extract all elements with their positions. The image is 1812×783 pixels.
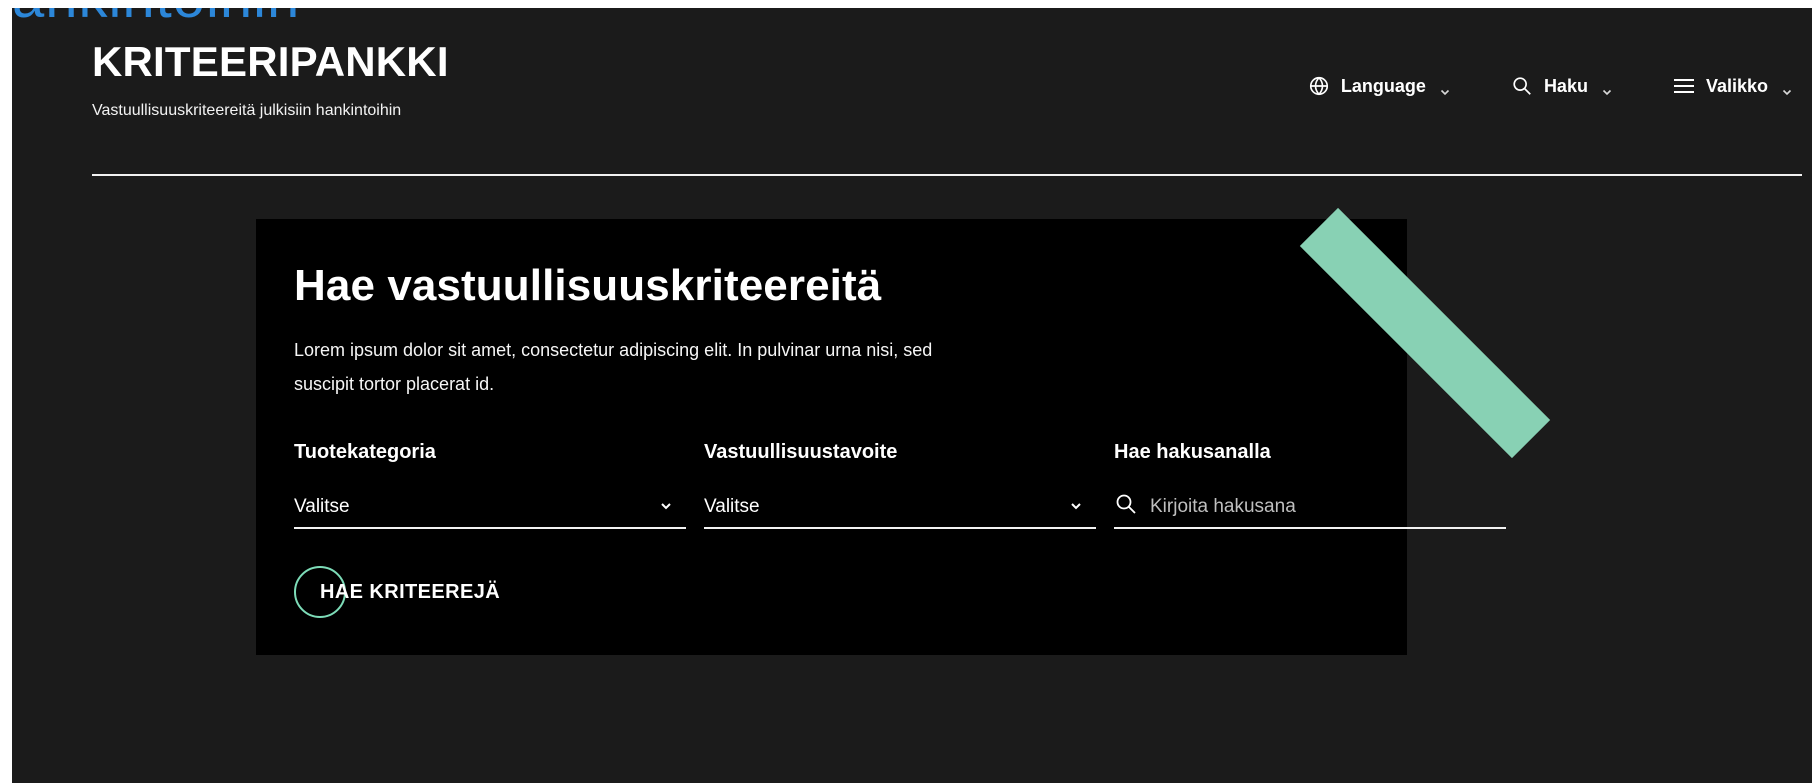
chevron-down-icon	[1440, 81, 1450, 96]
search-icon	[1510, 74, 1534, 98]
search-card: Hae vastuullisuuskriteereitä Lorem ipsum…	[256, 219, 1506, 655]
keyword-search-field[interactable]	[1114, 487, 1506, 529]
search-description: Lorem ipsum dolor sit amet, consectetur …	[294, 340, 933, 394]
sustainability-goal-value: Valitse	[704, 496, 760, 517]
search-icon	[1114, 492, 1138, 522]
globe-icon	[1307, 74, 1331, 98]
header-divider	[92, 174, 1802, 176]
search-criteria-button[interactable]: HAE KRITEEREJÄ	[294, 564, 500, 620]
sustainability-goal-label: Vastuullisuustavoite	[704, 441, 898, 463]
menu-nav-item[interactable]: Valikko	[1672, 74, 1792, 98]
search-criteria-button-label: HAE KRITEEREJÄ	[320, 580, 501, 603]
language-nav-item[interactable]: Language	[1307, 74, 1450, 98]
sustainability-goal-select[interactable]: Valitse	[704, 487, 1096, 529]
site-subtitle: Vastuullisuuskriteereitä julkisiin hanki…	[92, 102, 402, 119]
menu-icon	[1672, 74, 1696, 98]
chevron-down-icon	[1070, 496, 1082, 518]
language-nav-label: Language	[1340, 75, 1426, 96]
search-heading: Hae vastuullisuuskriteereitä	[294, 261, 882, 310]
keyword-search-input[interactable]	[1150, 496, 1506, 518]
site-title: KRITEERIPANKKI	[92, 38, 449, 85]
product-category-select[interactable]: Valitse	[294, 487, 686, 529]
chevron-down-icon	[660, 496, 672, 518]
search-nav-label: Haku	[1543, 75, 1588, 96]
top-fragment-text: ankintoihin	[12, 8, 300, 31]
chevron-down-icon	[1602, 81, 1612, 96]
search-nav-item[interactable]: Haku	[1510, 74, 1612, 98]
product-category-label: Tuotekategoria	[294, 441, 436, 463]
keyword-search-label: Hae hakusanalla	[1114, 441, 1271, 463]
menu-nav-label: Valikko	[1705, 75, 1768, 96]
page-frame: ankintoihin KRITEERIPANKKI Vastuullisuus…	[12, 8, 1812, 783]
product-category-value: Valitse	[294, 496, 350, 517]
chevron-down-icon	[1782, 81, 1792, 96]
header-nav: Language Haku Valikko	[1307, 74, 1792, 98]
